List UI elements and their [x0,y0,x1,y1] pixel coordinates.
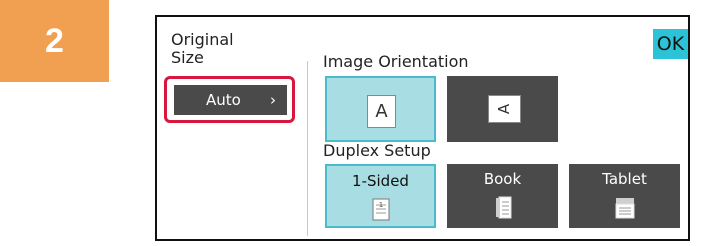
svg-text:1: 1 [378,201,382,209]
orientation-landscape-button[interactable]: A [447,76,558,142]
auto-size-button[interactable]: Auto › [174,85,287,115]
original-size-label: Original Size [171,30,234,67]
image-orientation-label: Image Orientation [323,52,469,71]
chevron-right-icon: › [270,91,276,109]
duplex-option-label: 1-Sided [352,172,409,190]
section-divider [307,61,308,236]
duplex-option-tablet[interactable]: Tablet [569,164,680,228]
one-sided-doc-icon: 1 [327,198,434,221]
duplex-option-label: Tablet [602,170,647,188]
duplex-option-book[interactable]: Book [447,164,558,228]
book-doc-icon [447,196,558,219]
portrait-orientation-icon: A [367,95,396,128]
duplex-setup-label: Duplex Setup [323,141,431,160]
tablet-doc-icon [569,196,680,219]
orientation-portrait-button[interactable]: A [325,76,436,142]
original-settings-panel: Original Size OK Auto › Image Orientatio… [155,15,690,241]
duplex-option-label: Book [483,170,522,188]
duplex-option-1-sided[interactable]: 1-Sided 1 [325,164,436,228]
landscape-orientation-icon: A [488,95,521,123]
landscape-orientation-glyph: A [495,103,514,115]
auto-highlight-ring: Auto › [164,76,295,123]
auto-size-label: Auto [206,91,241,109]
ok-button[interactable]: OK [653,29,688,59]
step-number-badge: 2 [0,0,109,82]
